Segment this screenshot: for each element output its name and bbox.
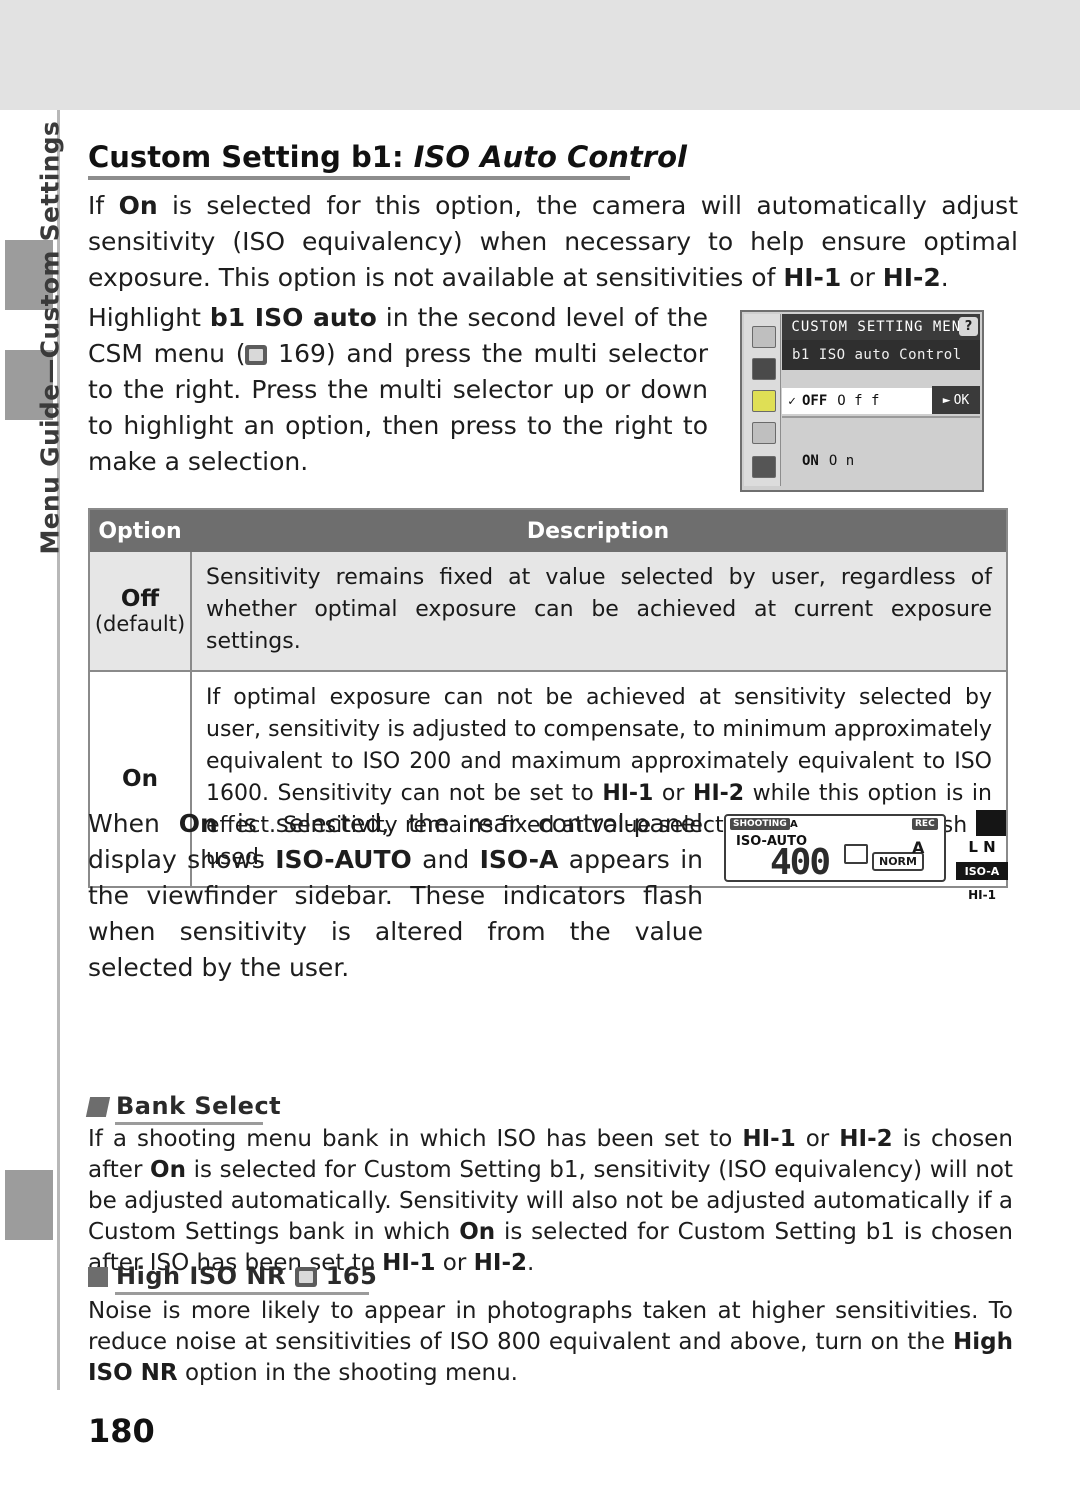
note-high-iso-nr-body: Noise is more likely to appear in photog… (88, 1298, 1013, 1386)
page-title: Custom Setting b1: ISO Auto Control (88, 140, 687, 174)
note-bank-select-title-text: Bank Select (116, 1092, 282, 1120)
viewfinder-top-block (976, 810, 1006, 836)
ok-label: OK (953, 392, 970, 408)
table-header-row: Option Description (90, 510, 1006, 552)
note-high-iso-nr-title: High ISO NR 165 (88, 1262, 377, 1290)
option-name: Off (120, 586, 160, 612)
top-margin-band (0, 0, 1080, 110)
viewfinder-hi-indicator: HI-1 (968, 888, 996, 902)
custom-settings-menu-icon (752, 390, 776, 412)
reference-icon (294, 1267, 317, 1287)
option-off-check: ✓ (788, 393, 796, 409)
note-bank-select-title: Bank Select (85, 1092, 282, 1120)
table-row: Off (default) Sensitivity remains fixed … (90, 552, 1006, 670)
page-number: 180 (88, 1412, 155, 1450)
option-default-note: (default) (94, 612, 186, 636)
table-header-option: Option (98, 518, 182, 544)
shooting-menu-icon (752, 358, 776, 380)
page-title-underline (88, 176, 630, 180)
side-tab-label: Menu Guide—Custom Settings (35, 120, 65, 555)
viewfinder-iso-a-indicator: ISO-A (956, 862, 1008, 880)
option-on-key: ON (802, 453, 819, 469)
instructions-paragraph: Highlight b1 ISO auto in the second leve… (88, 303, 708, 476)
rec-badge: REC (912, 818, 938, 830)
exposure-mode-letter: A (912, 838, 925, 857)
side-tab-marker-3 (5, 1170, 53, 1240)
menu-title-bar: CUSTOM SETTING MENU (782, 314, 980, 340)
option-name: On (122, 766, 158, 792)
page-title-italic: ISO Auto Control (413, 140, 687, 174)
frame-count-box-icon (844, 844, 868, 864)
viewfinder-quality-letters: L N (968, 838, 996, 856)
table-header-description: Description (526, 518, 670, 544)
control-panel-illustration: SHOOTING A ISO-AUTO 400 NORM A REC L N I… (716, 806, 1016, 916)
page-title-prefix: Custom Setting b1: (88, 140, 414, 174)
note-bank-select-body: If a shooting menu bank in which ISO has… (88, 1126, 1013, 1276)
note-high-iso-nr-title-text: High ISO NR (116, 1262, 286, 1290)
menu-subtitle: b1 ISO auto Control (782, 340, 980, 370)
pencil-icon (85, 1097, 111, 1117)
lines-icon (88, 1267, 108, 1287)
right-arrow-icon: ► (942, 392, 951, 408)
option-on-label: O n (828, 453, 855, 469)
option-off-label: O f f (837, 393, 880, 409)
setup-menu-icon (752, 422, 776, 444)
recent-settings-menu-icon (752, 456, 776, 478)
note-high-iso-nr-underline (115, 1292, 369, 1295)
menu-icon-column (744, 314, 781, 486)
playback-menu-icon (752, 326, 776, 348)
note-high-iso-nr-page-ref: 165 (325, 1262, 378, 1290)
help-icon: ? (959, 317, 978, 336)
menu-bank-letter: A (790, 819, 798, 830)
viewfinder-sidebar-illustration: L N ISO-A HI-1 (956, 810, 1008, 910)
camera-menu-illustration: CUSTOM SETTING MENU ? b1 ISO auto Contro… (740, 310, 984, 492)
menu-option-on: ON O n (782, 448, 980, 474)
after-table-paragraph: When On is selected, the rear control-pa… (88, 809, 703, 982)
shooting-bank-badge: SHOOTING (730, 818, 790, 830)
ok-button-hint: ► OK (932, 386, 980, 414)
table-cell-description: Sensitivity remains fixed at value selec… (206, 565, 992, 654)
iso-value: 400 (770, 842, 831, 883)
intro-paragraph: If On is selected for this option, the c… (88, 191, 1018, 292)
table-cell-option: Off (default) (90, 552, 192, 670)
menu-separator (782, 416, 980, 418)
option-off-key: OFF (802, 393, 828, 409)
